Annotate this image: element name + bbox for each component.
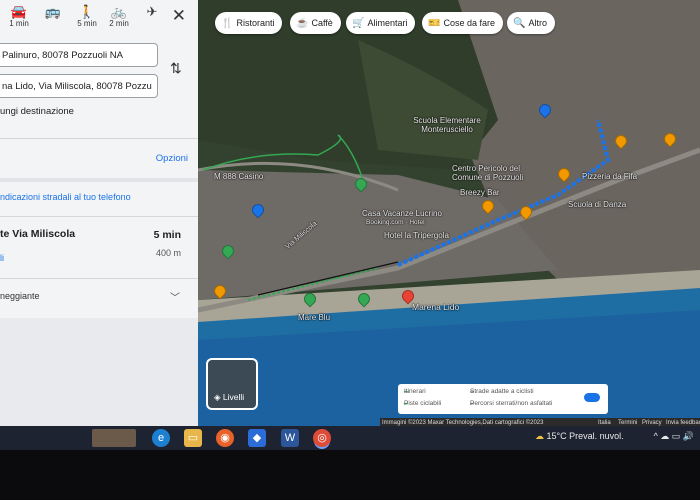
mode-bike[interactable]: 🚲 2 min bbox=[102, 4, 136, 28]
legend-text: Strade adatte a ciclisti bbox=[470, 388, 534, 395]
weather-text: 15°C Preval. nuvol. bbox=[546, 431, 624, 441]
chip-restaurants[interactable]: 🍴 Ristoranti bbox=[215, 12, 283, 34]
file-explorer-icon[interactable]: ▭ bbox=[184, 429, 202, 447]
plane-icon: ✈ bbox=[146, 4, 158, 19]
word-icon[interactable]: W bbox=[281, 429, 299, 447]
monitor-bezel bbox=[0, 450, 700, 500]
map-label[interactable]: Hotel la Tripergola bbox=[384, 231, 449, 240]
map-label[interactable]: Breezy Bar bbox=[460, 188, 500, 197]
attribution-country[interactable]: Italia bbox=[598, 418, 611, 426]
panel-empty-area bbox=[0, 318, 198, 426]
mode-car-time: 1 min bbox=[9, 19, 29, 28]
chip-more[interactable]: 🔍 Altro bbox=[507, 12, 555, 34]
map-label[interactable]: Casa Vacanze Lucrino bbox=[362, 209, 442, 218]
map-imagery bbox=[198, 0, 700, 426]
route-time: 5 min bbox=[153, 229, 181, 241]
options-link[interactable]: Opzioni bbox=[156, 153, 188, 164]
route-details-link[interactable]: li bbox=[0, 253, 4, 263]
restaurant-icon: 🍴 bbox=[221, 18, 234, 29]
travel-mode-bar: 🚘 1 min 🚌 🚶 5 min 🚲 2 min ✈ bbox=[0, 2, 198, 36]
map-label[interactable]: Pizzeria da Fifa bbox=[582, 172, 637, 181]
destination-input[interactable]: na Lido, Via Miliscola, 80078 Pozzu bbox=[0, 74, 158, 98]
bike-layer-toggle[interactable] bbox=[584, 393, 600, 402]
layers-button[interactable]: ◈ Livelli bbox=[206, 358, 258, 410]
divider bbox=[0, 216, 198, 217]
bike-legend: ━ Itinerari ━ Piste ciclabili ┅ Strade a… bbox=[398, 384, 608, 414]
mode-transit[interactable]: 🚌 bbox=[36, 4, 70, 19]
map-label[interactable]: Mare Blu bbox=[298, 313, 330, 322]
desktop-thumbnail[interactable] bbox=[92, 429, 136, 447]
grocery-icon: 🛒 bbox=[352, 18, 365, 29]
map-label-destination[interactable]: Marena Lido bbox=[412, 302, 459, 312]
chrome-icon[interactable]: ◎ bbox=[313, 429, 331, 447]
layers-label: ◈ Livelli bbox=[214, 392, 244, 403]
firefox-icon[interactable]: ◉ bbox=[216, 429, 234, 447]
feedback-link[interactable]: Invia feedback bbox=[666, 418, 700, 426]
origin-input[interactable]: Palinuro, 80078 Pozzuoli NA bbox=[0, 43, 158, 67]
add-destination-link[interactable]: ungi destinazione bbox=[0, 106, 74, 117]
mode-walk[interactable]: 🚶 5 min bbox=[70, 4, 104, 28]
divider bbox=[0, 278, 198, 279]
bike-icon: 🚲 bbox=[110, 4, 128, 19]
chip-label: Altro bbox=[528, 18, 547, 28]
mode-walk-time: 5 min bbox=[77, 19, 97, 28]
legend-text: Itinerari bbox=[404, 388, 426, 395]
chip-label: Alimentari bbox=[367, 18, 408, 28]
attribution-text: Immagini ©2023 Maxar Technologies,Dati c… bbox=[382, 420, 544, 426]
route-subtitle: neggiante bbox=[0, 291, 40, 301]
mode-car[interactable]: 🚘 1 min bbox=[2, 4, 36, 28]
chip-cafes[interactable]: ☕ Caffè bbox=[290, 12, 341, 34]
search-icon: 🔍 bbox=[513, 18, 526, 29]
privacy-link[interactable]: Privacy bbox=[642, 418, 662, 426]
legend-text: Percorsi sterrati/non asfaltati bbox=[470, 400, 553, 407]
mode-flight[interactable]: ✈ bbox=[135, 4, 169, 19]
chip-groceries[interactable]: 🛒 Alimentari bbox=[346, 12, 416, 34]
app-icon[interactable]: ◆ bbox=[248, 429, 266, 447]
chip-label: Cose da fare bbox=[443, 18, 495, 28]
coffee-icon: ☕ bbox=[296, 18, 309, 29]
route-distance: 400 m bbox=[155, 248, 181, 258]
map-label: Booking.com · Hotel bbox=[366, 219, 425, 226]
layers-text: Livelli bbox=[222, 392, 245, 402]
layers-icon: ◈ bbox=[214, 392, 223, 402]
cloud-icon: ☁ bbox=[535, 431, 547, 441]
legend-text: Piste ciclabili bbox=[404, 400, 442, 407]
close-icon[interactable]: ✕ bbox=[172, 6, 186, 26]
ticket-icon: 🎫 bbox=[428, 18, 441, 29]
directions-panel: 🚘 1 min 🚌 🚶 5 min 🚲 2 min ✈ ✕ Palinuro, … bbox=[0, 0, 198, 426]
terms-link[interactable]: Termini bbox=[618, 418, 637, 426]
send-to-phone-link[interactable]: ndicazioni stradali al tuo telefono bbox=[0, 192, 131, 202]
divider bbox=[0, 178, 198, 182]
walk-icon: 🚶 bbox=[78, 4, 96, 19]
map-label[interactable]: Scuola Elementare Monterusciello bbox=[412, 116, 482, 134]
map-satellite-view[interactable]: 🍴 Ristoranti ☕ Caffè 🛒 Alimentari 🎫 Cose da … bbox=[198, 0, 700, 426]
map-label[interactable]: Centro Pericolo del Comune di Pozzuoli bbox=[452, 164, 552, 182]
swap-icon[interactable]: ⇅ bbox=[170, 60, 182, 77]
bus-icon: 🚌 bbox=[44, 4, 62, 19]
chip-label: Ristoranti bbox=[236, 18, 275, 28]
edge-icon[interactable]: e bbox=[152, 429, 170, 447]
chip-things-to-do[interactable]: 🎫 Cose da fare bbox=[422, 12, 503, 34]
mode-bike-time: 2 min bbox=[109, 19, 129, 28]
weather-widget[interactable]: ☁ 15°C Preval. nuvol. bbox=[535, 431, 624, 442]
car-icon: 🚘 bbox=[10, 4, 28, 19]
map-label[interactable]: M 888 Casino bbox=[214, 172, 274, 181]
map-label[interactable]: Scuola di Danza bbox=[568, 200, 638, 209]
divider bbox=[0, 138, 198, 139]
route-title[interactable]: te Via Miliscola bbox=[0, 228, 75, 240]
screen: 🚘 1 min 🚌 🚶 5 min 🚲 2 min ✈ ✕ Palinuro, … bbox=[0, 0, 700, 426]
windows-taskbar: e ▭ ◉ ◆ W ◎ ☁ 15°C Preval. nuvol. ^ ☁ ▭ … bbox=[0, 426, 700, 450]
map-attribution: Immagini ©2023 Maxar Technologies,Dati c… bbox=[380, 418, 700, 426]
chevron-down-icon[interactable]: ﹀ bbox=[170, 289, 180, 304]
system-tray[interactable]: ^ ☁ ▭ 🔊 bbox=[654, 431, 694, 442]
chip-label: Caffè bbox=[311, 18, 333, 28]
